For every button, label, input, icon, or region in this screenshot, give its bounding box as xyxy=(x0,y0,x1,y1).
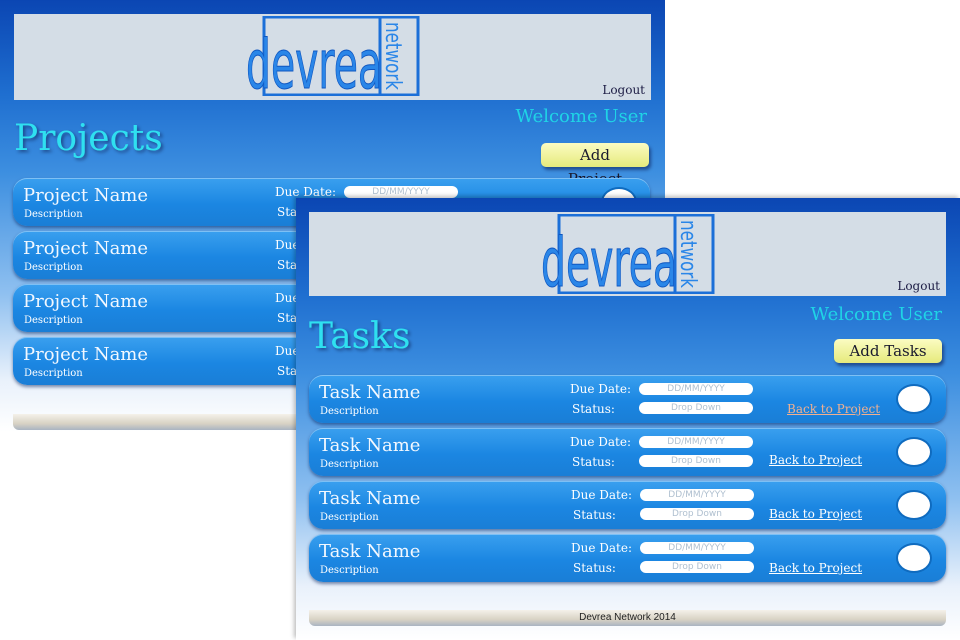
task-card[interactable]: Task Name Description Due Date: DD/MM/YY… xyxy=(309,481,946,529)
due-date-label: Due Date: xyxy=(571,488,633,502)
logo-side-text: network xyxy=(380,22,405,90)
status-dropdown[interactable]: Drop Down xyxy=(639,402,753,414)
status-dropdown[interactable]: Drop Down xyxy=(640,508,754,520)
back-to-project-link[interactable]: Back to Project xyxy=(769,453,862,467)
add-project-button[interactable]: Add Project xyxy=(541,143,649,188)
due-date-field[interactable]: DD/MM/YYYY xyxy=(639,383,753,395)
logo-main-text: devrea xyxy=(246,26,382,96)
status-label: Status: xyxy=(572,455,615,469)
status-label: Status: xyxy=(573,508,616,522)
project-description: Description xyxy=(24,209,83,220)
header-banner: devrea network Logout xyxy=(309,212,946,296)
task-description: Description xyxy=(320,512,379,523)
due-date-field[interactable]: DD/MM/YYYY xyxy=(640,489,754,501)
welcome-message: Welcome User xyxy=(810,304,942,325)
logout-link[interactable]: Logout xyxy=(897,279,940,293)
task-card[interactable]: Task Name Description Due Date: DD/MM/YY… xyxy=(309,428,946,476)
task-name: Task Name xyxy=(319,435,421,456)
back-to-project-link[interactable]: Back to Project xyxy=(769,507,862,521)
complete-toggle[interactable] xyxy=(896,543,932,573)
task-description: Description xyxy=(320,565,379,576)
task-name: Task Name xyxy=(319,488,421,509)
status-label: Status: xyxy=(572,402,615,416)
task-name: Task Name xyxy=(319,541,421,562)
due-date-field[interactable]: DD/MM/YYYY xyxy=(640,542,754,554)
logout-link[interactable]: Logout xyxy=(602,83,645,97)
task-description: Description xyxy=(320,406,379,417)
task-description: Description xyxy=(320,459,379,470)
due-date-field[interactable]: DD/MM/YYYY xyxy=(639,436,753,448)
header-banner: devrea network Logout xyxy=(14,14,651,100)
project-name: Project Name xyxy=(23,344,149,365)
footer-copyright: Devrea Network 2014 xyxy=(579,612,676,623)
due-date-label: Due Date: xyxy=(275,185,337,199)
status-dropdown[interactable]: Drop Down xyxy=(640,561,754,573)
back-to-project-link[interactable]: Back to Project xyxy=(787,402,880,416)
page-title: Projects xyxy=(14,118,163,159)
footer-bar: Devrea Network 2014 xyxy=(309,610,946,626)
complete-toggle[interactable] xyxy=(896,490,932,520)
logo-main-text: devrea xyxy=(541,224,677,294)
devrea-network-logo: devrea network xyxy=(246,16,420,96)
logo-side-text: network xyxy=(675,220,700,288)
complete-toggle[interactable] xyxy=(896,437,932,467)
project-description: Description xyxy=(24,368,83,379)
status-dropdown[interactable]: Drop Down xyxy=(639,455,753,467)
task-name: Task Name xyxy=(319,382,421,403)
project-name: Project Name xyxy=(23,185,149,206)
back-to-project-link[interactable]: Back to Project xyxy=(769,561,862,575)
project-description: Description xyxy=(24,315,83,326)
tasks-window: devrea network Logout Welcome User Tasks… xyxy=(296,198,960,640)
project-name: Project Name xyxy=(23,291,149,312)
due-date-field[interactable]: DD/MM/YYYY xyxy=(344,186,458,198)
project-description: Description xyxy=(24,262,83,273)
task-card[interactable]: Task Name Description Due Date: DD/MM/YY… xyxy=(309,534,946,582)
due-date-label: Due Date: xyxy=(570,382,632,396)
project-name: Project Name xyxy=(23,238,149,259)
page-title: Tasks xyxy=(309,316,411,357)
task-card[interactable]: Task Name Description Due Date: DD/MM/YY… xyxy=(309,375,946,423)
complete-toggle[interactable] xyxy=(896,384,932,414)
status-label: Status: xyxy=(573,561,616,575)
devrea-network-logo: devrea network xyxy=(541,214,715,294)
due-date-label: Due Date: xyxy=(571,541,633,555)
welcome-message: Welcome User xyxy=(515,106,647,127)
add-tasks-button[interactable]: Add Tasks xyxy=(834,339,942,363)
due-date-label: Due Date: xyxy=(570,435,632,449)
